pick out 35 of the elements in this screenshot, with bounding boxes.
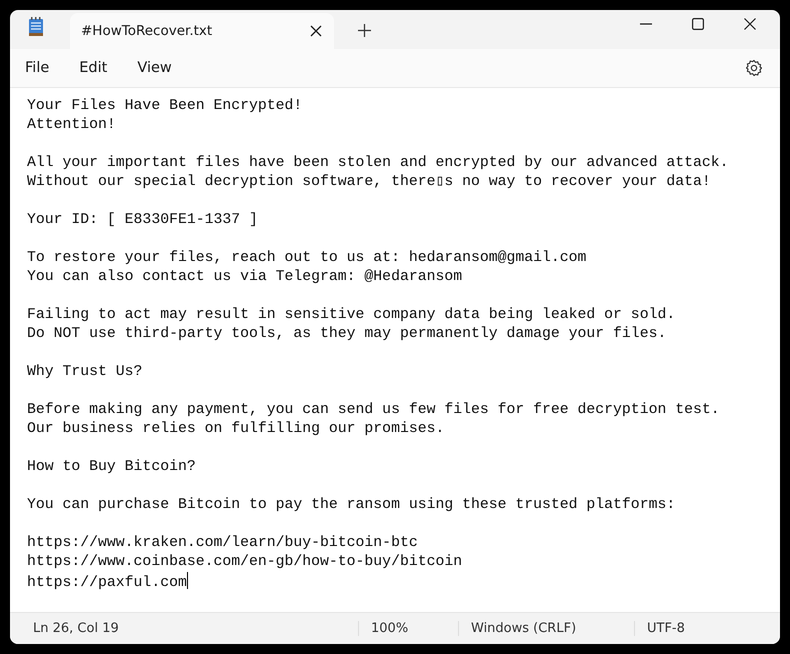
cursor-position: Ln 26, Col 19 xyxy=(32,621,120,636)
close-icon[interactable] xyxy=(744,18,756,30)
settings-icon[interactable] xyxy=(745,59,763,78)
text-cursor xyxy=(186,572,188,590)
text-line: You can also contact us via Telegram: @Hedaransom xyxy=(27,268,462,288)
text-line: How to Buy Bitcoin? xyxy=(27,458,196,478)
menu-item[interactable]: File xyxy=(16,56,58,80)
text-line: https://www.coinbase.com/en-gb/how-to-buy/bitcoin xyxy=(27,553,462,572)
text-line: You can purchase Bitcoin to pay the ransom using these trusted platforms: xyxy=(27,496,676,516)
text-line: Before making any payment, you can send us few files for free decryption test. xyxy=(27,401,720,420)
tab-title: #HowToRecover.txt xyxy=(81,23,214,40)
text-line: Do NOT use third-party tools, as they may permanently damage your files. xyxy=(27,325,666,344)
text-line: Your Files Have Been Encrypted! xyxy=(27,97,302,116)
text-line: To restore your files, reach out to us at: hedaransom@gmail.com xyxy=(27,249,586,268)
text-line: Why Trust Us? xyxy=(27,363,142,382)
encoding: UTF-8 xyxy=(634,621,685,636)
text-line: https://www.kraken.com/learn/buy-bitcoin-btc xyxy=(27,534,418,554)
maximize-icon[interactable] xyxy=(692,18,704,30)
text-line: https://paxful.com xyxy=(27,572,188,594)
text-line: All your important files have been stolen and encrypted by our advanced attack. xyxy=(27,154,728,174)
document-tab[interactable]: #HowToRecover.txt xyxy=(70,13,334,50)
menu-item[interactable]: View xyxy=(128,56,181,80)
text-line: Our business relies on fulfilling our promises. xyxy=(27,420,444,440)
text-line: Attention! xyxy=(27,116,116,136)
zoom-level: 100% xyxy=(358,621,458,636)
notepad-icon xyxy=(28,17,44,38)
minimize-icon[interactable] xyxy=(640,22,652,25)
text-line: Without our special decryption software, there▯s no way to recover your data! xyxy=(27,173,711,192)
menu-item[interactable]: Edit xyxy=(70,56,116,80)
close-tab-icon[interactable] xyxy=(310,25,322,38)
text-editor[interactable] xyxy=(10,88,780,612)
text-line: Your ID: [ E8330FE1-1337 ] xyxy=(27,211,258,230)
new-tab-icon[interactable] xyxy=(358,24,371,38)
line-endings: Windows (CRLF) xyxy=(458,621,634,636)
text-line: Failing to act may result in sensitive company data being leaked or sold. xyxy=(27,306,676,326)
